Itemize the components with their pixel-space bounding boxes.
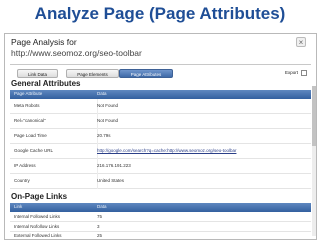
tab-page-elements[interactable]: Page Elements bbox=[66, 69, 119, 78]
close-button[interactable]: × bbox=[296, 37, 306, 47]
attribute-value: Not Found bbox=[97, 118, 119, 123]
table-row: Internal Followed Links 75 bbox=[10, 212, 311, 222]
table-row: Rel="canonical" Not Found bbox=[10, 114, 311, 129]
page-analysis-panel: Page Analysis for http://www.seomoz.org/… bbox=[4, 33, 317, 240]
attribute-label: Rel="canonical" bbox=[14, 118, 46, 123]
panel-title: Page Analysis for bbox=[11, 37, 77, 47]
vertical-scrollbar[interactable] bbox=[312, 86, 316, 236]
attribute-value: United States bbox=[97, 178, 125, 183]
link-count: 3 bbox=[97, 224, 100, 229]
on-page-links-header: Link Data bbox=[10, 203, 311, 212]
attribute-label: IP Address bbox=[14, 163, 36, 168]
scrollbar-thumb[interactable] bbox=[312, 86, 316, 146]
table-row: Meta Robots Not Found bbox=[10, 99, 311, 114]
analyzed-url: http://www.seomoz.org/seo-toolbar bbox=[11, 48, 142, 58]
attribute-value: 20.79s bbox=[97, 133, 111, 138]
table-row: Google Cache URL http://google.com/searc… bbox=[10, 144, 311, 159]
link-type-label: Internal Nofollow Links bbox=[14, 224, 60, 229]
tab-page-attributes[interactable]: Page Attributes bbox=[119, 69, 173, 78]
tab-link-data[interactable]: Link Data bbox=[17, 69, 58, 78]
attribute-value: Not Found bbox=[97, 103, 119, 108]
table-row: IP Address 216.176.191.223 bbox=[10, 159, 311, 174]
export-label: Export bbox=[285, 70, 299, 75]
column-header-data: Data bbox=[97, 91, 107, 96]
attribute-label: Page Load Time bbox=[14, 133, 47, 138]
link-type-label: Internal Followed Links bbox=[14, 214, 61, 219]
link-type-label: External Followed Links bbox=[14, 233, 62, 238]
link-count: 75 bbox=[97, 214, 103, 219]
attribute-label: Google Cache URL bbox=[14, 148, 54, 153]
header-divider bbox=[10, 64, 311, 65]
table-row: External Followed Links 25 bbox=[10, 232, 311, 239]
column-header-link: Link bbox=[14, 204, 23, 209]
link-count: 25 bbox=[97, 233, 103, 238]
general-attributes-header: Page Attribute Data bbox=[10, 90, 311, 99]
attribute-value: 216.176.191.223 bbox=[97, 163, 131, 168]
table-row: Internal Nofollow Links 3 bbox=[10, 222, 311, 232]
export-checkbox[interactable] bbox=[301, 70, 307, 76]
attribute-label: Country bbox=[14, 178, 30, 183]
column-header-data: Data bbox=[97, 204, 107, 209]
attribute-label: Meta Robots bbox=[14, 103, 40, 108]
google-cache-link[interactable]: http://google.com/search?q=cache:http://… bbox=[97, 148, 236, 153]
table-row: Country United States bbox=[10, 174, 311, 189]
slide-title: Analyze Page (Page Attributes) bbox=[34, 4, 286, 23]
table-row: Page Load Time 20.79s bbox=[10, 129, 311, 144]
general-attributes-heading: General Attributes bbox=[11, 79, 81, 88]
column-header-attribute: Page Attribute bbox=[14, 91, 43, 96]
on-page-links-heading: On-Page Links bbox=[11, 192, 68, 201]
